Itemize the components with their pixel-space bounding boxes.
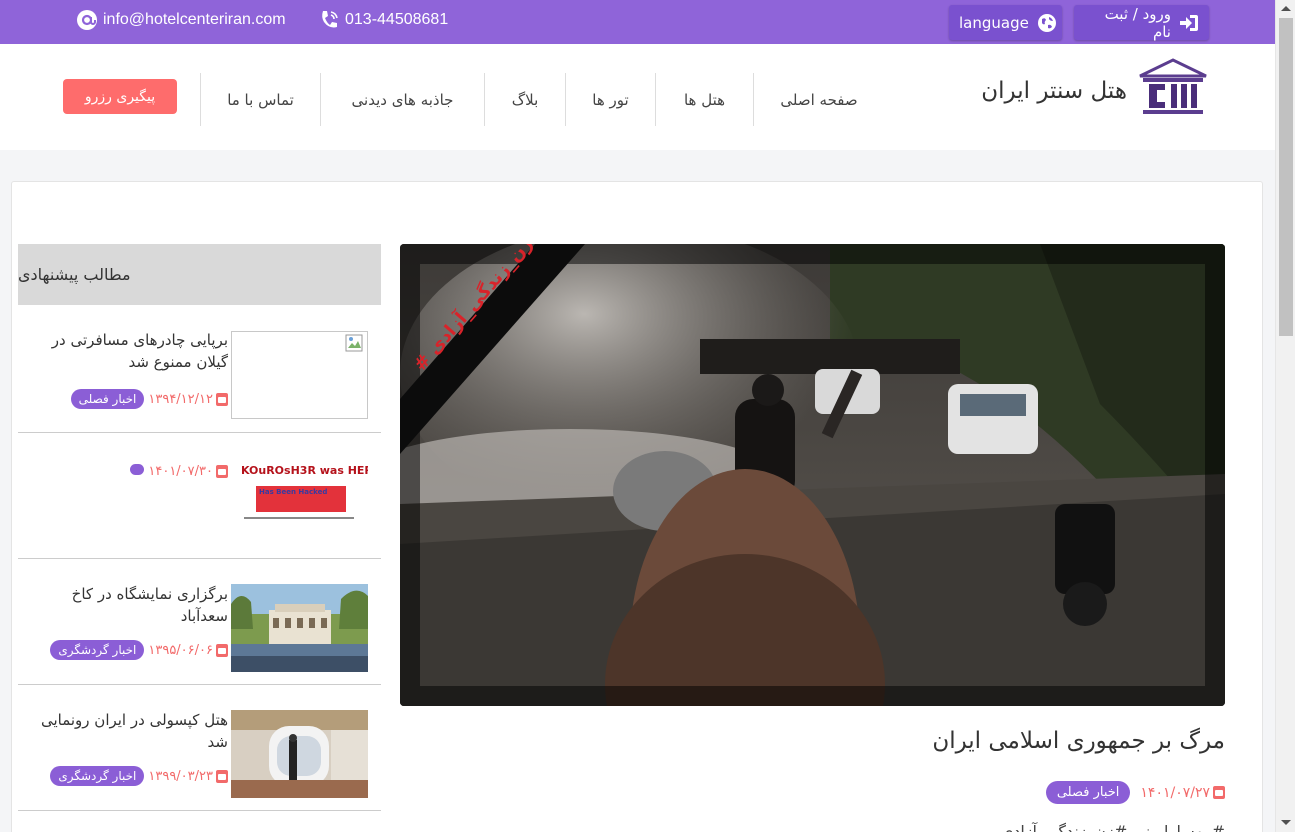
category-badge[interactable]: [130, 464, 145, 475]
article-hero-image[interactable]: # زن_زندگی_آزادی: [400, 244, 1225, 706]
calendar-icon: [216, 769, 228, 783]
thumb-red-block: Has Been Hacked: [256, 486, 346, 512]
nav-divider: [655, 73, 656, 126]
nav-divider: [200, 73, 201, 126]
category-badge[interactable]: اخبار گردشگری: [50, 766, 145, 786]
nav-blog[interactable]: بلاگ: [485, 74, 565, 126]
suggested-post[interactable]: KOuROsH3R was HERE Has Been Hacked ۱۴۰۱/…: [18, 433, 381, 559]
nav-tours[interactable]: تور ها: [566, 74, 655, 126]
login-register-button[interactable]: ورود / ثبت نام: [1074, 4, 1209, 41]
post-date: ۱۳۹۴/۱۲/۱۲: [148, 392, 228, 407]
calendar-icon: [1213, 786, 1225, 799]
suggested-posts-heading: مطالب پیشنهادی: [18, 244, 381, 305]
phone-contact[interactable]: 013-44508681: [318, 9, 448, 31]
nav-attractions[interactable]: جاذبه های دیدنی: [321, 74, 484, 126]
post-title[interactable]: برگزاری نمایشگاه در کاخ سعدآباد: [28, 583, 228, 627]
suggested-post[interactable]: برگزاری نمایشگاه در کاخ سعدآباد ۱۳۹۵/۰۶/…: [18, 559, 381, 685]
scroll-down-arrow-icon[interactable]: [1281, 820, 1291, 825]
post-meta: ۱۴۰۱/۰۷/۳۰: [130, 464, 228, 479]
nav-contact[interactable]: تماس با ما: [201, 74, 320, 126]
suggested-post[interactable]: برپایی چادرهای مسافرتی در گیلان ممنوع شد…: [18, 305, 381, 433]
scroll-thumb[interactable]: [1279, 18, 1293, 336]
login-icon: [1179, 14, 1199, 32]
calendar-icon: [216, 643, 228, 657]
nav-divider: [484, 73, 485, 126]
post-thumbnail[interactable]: KOuROsH3R was HERE Has Been Hacked: [231, 455, 368, 543]
email-contact[interactable]: info@hotelcenteriran.com: [76, 9, 286, 31]
article-meta: ۱۴۰۱/۰۷/۲۷ اخبار فصلی: [1045, 781, 1225, 804]
post-meta: ۱۳۹۴/۱۲/۱۲ اخبار فصلی: [70, 389, 228, 409]
site-name[interactable]: هتل سنتر ایران: [981, 78, 1127, 104]
article-title[interactable]: مرگ بر جمهوری اسلامی ایران: [932, 728, 1225, 754]
site-logo[interactable]: [1137, 58, 1209, 116]
nav-divider: [753, 73, 754, 126]
post-date: ۱۳۹۹/۰۳/۲۳: [148, 769, 228, 784]
capsule-hotel-thumbnail[interactable]: [231, 710, 368, 798]
nav-divider: [565, 73, 566, 126]
calendar-icon: [216, 392, 228, 406]
suggested-post[interactable]: هتل کپسولی در ایران رونمایی شد ۱۳۹۹/۰۳/۲…: [18, 685, 381, 811]
article-category-badge[interactable]: اخبار فصلی: [1045, 781, 1131, 804]
broken-image-thumb[interactable]: [231, 331, 368, 419]
broken-image-icon: [345, 334, 363, 352]
email-text: info@hotelcenteriran.com: [103, 11, 286, 28]
post-title[interactable]: برپایی چادرهای مسافرتی در گیلان ممنوع شد: [28, 329, 228, 373]
page-scrollbar[interactable]: [1275, 0, 1295, 832]
category-badge[interactable]: اخبار گردشگری: [50, 640, 145, 660]
nav-hotels[interactable]: هتل ها: [656, 74, 753, 126]
phone-text: 013-44508681: [345, 11, 449, 28]
thumb-caption-hacked: KOuROsH3R was HERE: [241, 464, 368, 477]
nav-divider: [320, 73, 321, 126]
post-meta: ۱۳۹۵/۰۶/۰۶ اخبار گردشگری: [50, 640, 228, 660]
track-reservation-button[interactable]: پیگیری رزرو: [63, 79, 177, 114]
post-date: ۱۳۹۵/۰۶/۰۶: [148, 643, 228, 658]
category-badge[interactable]: اخبار فصلی: [70, 389, 145, 409]
post-meta: ۱۳۹۹/۰۳/۲۳ اخبار گردشگری: [50, 766, 228, 786]
article-date: ۱۴۰۱/۰۷/۲۷: [1140, 785, 1225, 801]
thumb-small-line: [244, 517, 354, 519]
nav-home[interactable]: صفحه اصلی: [760, 74, 878, 126]
scroll-up-arrow-icon[interactable]: [1281, 6, 1291, 11]
at-sign-icon: [76, 9, 98, 31]
calendar-icon: [216, 465, 228, 478]
globe-icon: [1037, 13, 1057, 33]
language-button[interactable]: language: [949, 5, 1062, 40]
phone-icon: [318, 9, 340, 31]
palace-thumbnail[interactable]: [231, 584, 368, 672]
language-label: language: [959, 13, 1029, 32]
article-snippet: #مهسا_امینی #زن_زندگی_آزادی: [1000, 822, 1225, 832]
login-label: ورود / ثبت نام: [1104, 4, 1171, 41]
post-date: ۱۴۰۱/۰۷/۳۰: [148, 464, 228, 479]
post-title[interactable]: هتل کپسولی در ایران رونمایی شد: [28, 709, 228, 753]
top-bar: info@hotelcenteriran.com 013-44508681 la…: [0, 0, 1275, 44]
site-header: هتل سنتر ایران صفحه اصلی هتل ها تور ها ب…: [0, 44, 1275, 150]
